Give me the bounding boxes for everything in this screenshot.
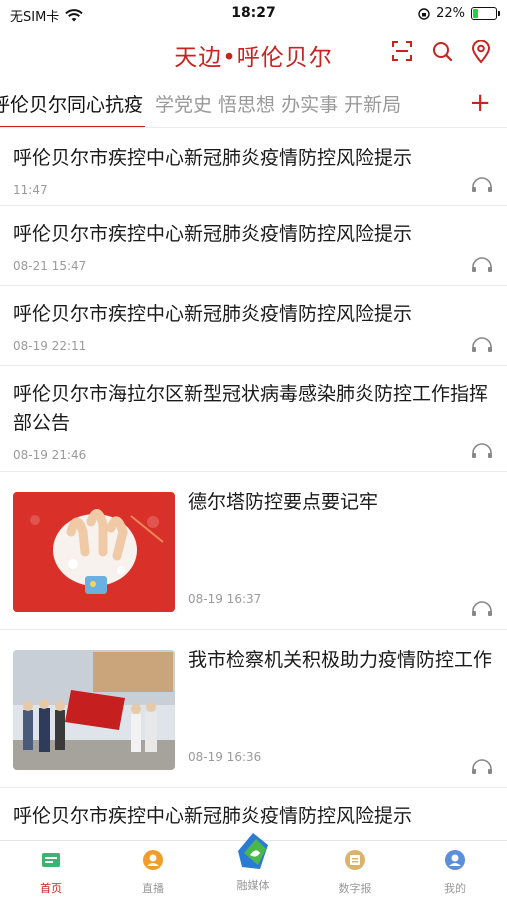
tabbar-label: 融媒体 — [236, 879, 270, 892]
profile-icon — [445, 850, 465, 870]
orientation-lock-icon — [418, 7, 430, 20]
news-item[interactable]: 呼伦贝尔市疾控中心新冠肺炎疫情防控风险提示 08-21 15:47 — [0, 206, 507, 286]
news-item[interactable]: 呼伦贝尔市海拉尔区新型冠状病毒感染肺炎防控工作指挥部公告 08-19 21:46 — [0, 366, 507, 472]
newspaper-icon — [345, 850, 365, 870]
headphones-icon[interactable] — [471, 759, 493, 775]
headphones-icon[interactable] — [471, 443, 493, 459]
news-time: 08-19 16:36 — [188, 750, 262, 764]
app-header: 天边•呼伦贝尔 — [0, 30, 507, 76]
tabbar-label: 数字报 — [338, 882, 372, 895]
news-time: 11:47 — [13, 183, 48, 197]
news-title: 呼伦贝尔市疾控中心新冠肺炎疫情防控风险提示 — [13, 805, 413, 827]
tabbar-digital-paper[interactable]: 数字报 — [320, 849, 390, 896]
headphones-icon[interactable] — [471, 177, 493, 193]
search-icon[interactable] — [431, 40, 453, 62]
headphones-icon[interactable] — [471, 337, 493, 353]
tabbar-label: 我的 — [444, 882, 466, 895]
status-bar: 无SIM卡 18:27 22% — [0, 0, 507, 30]
news-item[interactable]: 呼伦贝尔市疾控中心新冠肺炎疫情防控风险提示 08-19 22:11 — [0, 286, 507, 366]
headphones-icon[interactable] — [471, 257, 493, 273]
handwashing-thumbnail[interactable] — [13, 492, 175, 612]
news-title: 呼伦贝尔市海拉尔区新型冠状病毒感染肺炎防控工作指挥部公告 — [13, 383, 489, 434]
headphones-icon[interactable] — [471, 601, 493, 617]
prosecutors-photo-thumbnail[interactable] — [13, 650, 175, 770]
tab-tongxin-kangyi[interactable]: 呼伦贝尔同心抗疫 — [0, 90, 146, 127]
news-title: 德尔塔防控要点要记牢 — [188, 491, 379, 513]
header-actions — [391, 40, 491, 64]
news-title: 呼伦贝尔市疾控中心新冠肺炎疫情防控风险提示 — [13, 147, 413, 169]
tab-xue-dangshi[interactable]: 学党史 悟思想 办实事 开新局 — [155, 90, 401, 120]
battery-fill — [473, 9, 479, 18]
media-logo-icon — [238, 833, 268, 869]
location-icon[interactable] — [471, 40, 491, 64]
news-time: 08-19 21:46 — [13, 448, 87, 462]
home-icon — [42, 853, 60, 867]
add-channel-button[interactable]: + — [463, 88, 491, 118]
tabbar-profile[interactable]: 我的 — [420, 849, 490, 896]
tabbar-media[interactable]: 融媒体 — [218, 833, 288, 893]
tabbar-home[interactable]: 首页 — [16, 849, 86, 896]
news-list: 呼伦贝尔市疾控中心新冠肺炎疫情防控风险提示 11:47 呼伦贝尔市疾控中心新冠肺… — [0, 130, 507, 848]
battery-icon — [471, 7, 500, 20]
news-item-with-image[interactable]: 我市检察机关积极助力疫情防控工作 08-19 16:36 — [0, 630, 507, 788]
news-title: 呼伦贝尔市疾控中心新冠肺炎疫情防控风险提示 — [13, 223, 413, 245]
channel-tabs: 呼伦贝尔同心抗疫 学党史 悟思想 办实事 开新局 + — [0, 84, 507, 128]
news-title: 呼伦贝尔市疾控中心新冠肺炎疫情防控风险提示 — [13, 303, 413, 325]
news-time: 08-19 16:37 — [188, 592, 262, 606]
battery-info: 22% — [418, 6, 500, 21]
tabbar-label: 直播 — [142, 882, 164, 895]
tabbar-live[interactable]: 直播 — [118, 849, 188, 896]
news-time: 08-19 22:11 — [13, 339, 87, 353]
scan-icon[interactable] — [391, 40, 413, 62]
battery-percent: 22% — [436, 6, 465, 21]
news-title: 我市检察机关积极助力疫情防控工作 — [188, 649, 493, 671]
bottom-tab-bar: 首页 直播 融媒体 数字报 我的 — [0, 833, 507, 900]
live-icon — [143, 850, 163, 870]
news-item[interactable]: 呼伦贝尔市疾控中心新冠肺炎疫情防控风险提示 11:47 — [0, 130, 507, 206]
news-time: 08-21 15:47 — [13, 259, 87, 273]
tabbar-label: 首页 — [40, 882, 62, 895]
news-item-with-image[interactable]: 德尔塔防控要点要记牢 08-19 16:37 — [0, 472, 507, 630]
